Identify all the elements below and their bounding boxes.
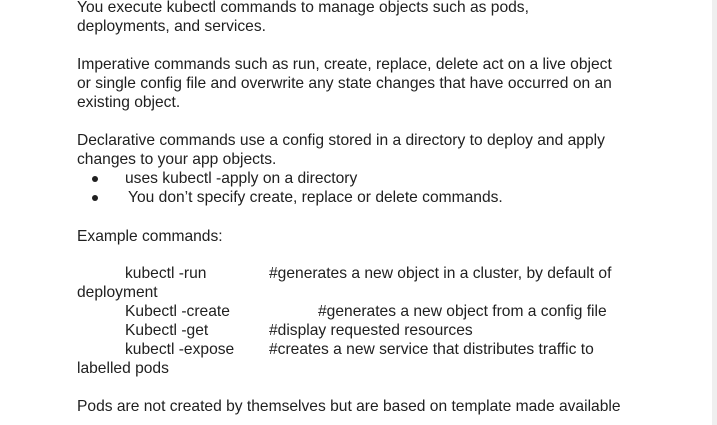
command-comment: #display requested resources <box>269 322 473 339</box>
imperative-line-2: or single config file and overwrite any … <box>77 75 612 92</box>
command-comment-wrap: labelled pods <box>77 360 169 377</box>
bullet-item: uses kubectl -apply on a directory <box>125 170 358 187</box>
bullet-icon <box>92 176 98 182</box>
command-comment: #generates a new object in a cluster, by… <box>269 265 612 282</box>
intro-line-2: deployments, and services. <box>77 18 266 35</box>
document-page: You execute kubectl commands to manage o… <box>0 0 712 425</box>
examples-heading: Example commands: <box>77 228 223 245</box>
imperative-line-1: Imperative commands such as run, create,… <box>77 56 612 73</box>
command-name: Kubectl -create <box>125 303 230 320</box>
bullet-item: You don’t specify create, replace or del… <box>128 189 503 206</box>
command-comment-wrap: deployment <box>77 284 158 301</box>
declarative-line-1: Declarative commands use a config stored… <box>77 132 605 149</box>
command-name: Kubectl -get <box>125 322 209 339</box>
intro-line-1: You execute kubectl commands to manage o… <box>77 0 529 16</box>
declarative-line-2: changes to your app objects. <box>77 151 277 168</box>
command-name: kubectl -run <box>125 265 207 282</box>
imperative-line-3: existing object. <box>77 94 181 111</box>
pods-line-1: Pods are not created by themselves but a… <box>77 398 621 415</box>
page-edge <box>712 0 717 425</box>
bullet-icon <box>92 195 98 201</box>
command-name: kubectl -expose <box>125 341 235 358</box>
command-comment: #generates a new object from a config fi… <box>318 303 607 320</box>
command-comment: #creates a new service that distributes … <box>269 341 594 358</box>
